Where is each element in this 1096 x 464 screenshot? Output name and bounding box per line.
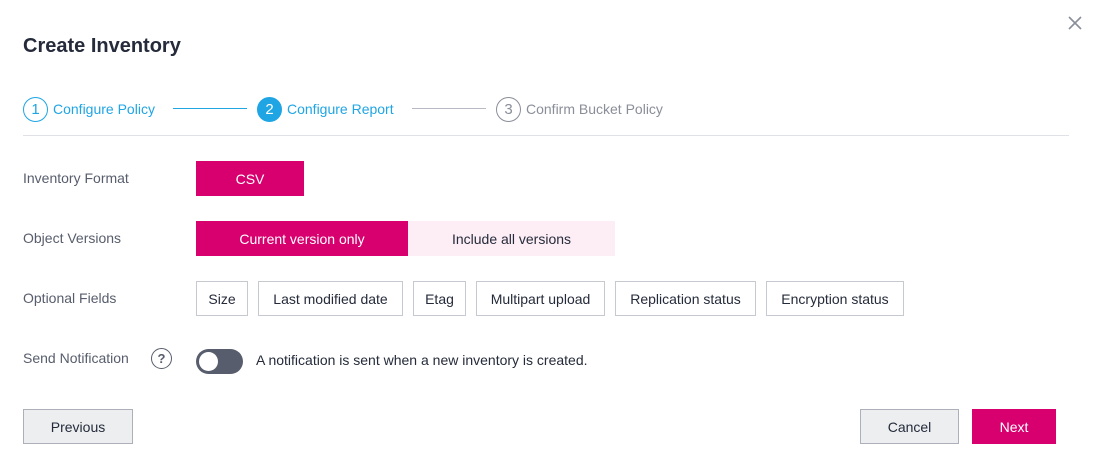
close-button[interactable] (1064, 12, 1086, 34)
step-label-configure-policy: Configure Policy (53, 101, 155, 117)
optional-fields-label: Optional Fields (23, 290, 117, 306)
step-number-1: 1 (23, 96, 48, 122)
step-number-2: 2 (257, 96, 282, 122)
object-versions-label: Object Versions (23, 230, 122, 246)
format-csv-button[interactable]: CSV (196, 161, 304, 196)
header-divider (23, 135, 1069, 136)
step-configure-policy[interactable]: 1 Configure Policy (23, 96, 155, 122)
cancel-button[interactable]: Cancel (860, 409, 959, 444)
next-button[interactable]: Next (972, 409, 1056, 444)
step-label-confirm-bucket-policy: Confirm Bucket Policy (526, 101, 663, 117)
stepper: 1 Configure Policy 2 Configure Report 3 … (23, 96, 1069, 122)
send-notification-label: Send Notification (23, 350, 129, 366)
dialog-title: Create Inventory (23, 35, 181, 57)
notification-description: A notification is sent when a new invent… (256, 352, 588, 368)
step-connector-2 (412, 108, 486, 109)
field-size-chip[interactable]: Size (196, 281, 248, 316)
toggle-knob (199, 352, 218, 371)
help-icon[interactable]: ? (151, 348, 172, 369)
step-confirm-bucket-policy[interactable]: 3 Confirm Bucket Policy (496, 96, 663, 122)
current-version-only-button[interactable]: Current version only (196, 221, 408, 256)
send-notification-toggle[interactable] (196, 349, 243, 374)
previous-button[interactable]: Previous (23, 409, 133, 444)
step-connector-1 (173, 108, 247, 109)
close-icon (1068, 16, 1082, 30)
inventory-format-label: Inventory Format (23, 170, 129, 186)
field-encryption-status-chip[interactable]: Encryption status (766, 281, 904, 316)
step-configure-report[interactable]: 2 Configure Report (257, 96, 394, 122)
field-multipart-upload-chip[interactable]: Multipart upload (476, 281, 605, 316)
step-number-3: 3 (496, 96, 521, 122)
include-all-versions-button[interactable]: Include all versions (408, 221, 615, 256)
step-label-configure-report: Configure Report (287, 101, 394, 117)
field-last-modified-date-chip[interactable]: Last modified date (258, 281, 403, 316)
field-replication-status-chip[interactable]: Replication status (615, 281, 756, 316)
field-etag-chip[interactable]: Etag (413, 281, 466, 316)
